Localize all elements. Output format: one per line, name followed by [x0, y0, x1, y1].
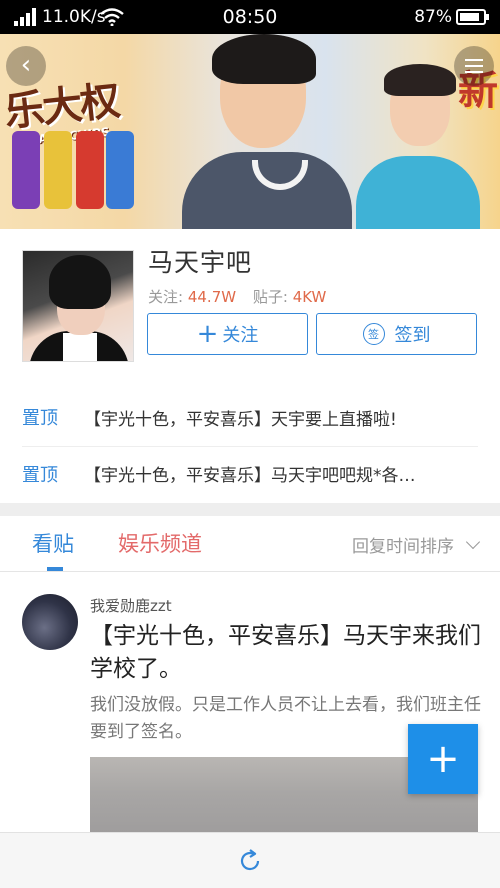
posts-count: 4KW	[292, 288, 327, 306]
pinned-post[interactable]: 置顶 【宇光十色，平安喜乐】马天宇吧吧规*各…	[22, 446, 478, 500]
banner-person-main	[182, 34, 352, 229]
followers-count: 44.7W	[187, 288, 237, 306]
sort-dropdown[interactable]: 回复时间排序	[352, 532, 481, 557]
plus-icon: +	[426, 736, 460, 782]
signin-button[interactable]: 签 签到	[316, 313, 477, 355]
menu-icon	[465, 59, 483, 61]
forum-banner: 乐大权 POTATO CHIPS 新 ‹	[0, 34, 500, 229]
avatar[interactable]	[22, 594, 78, 650]
plus-icon: +	[196, 319, 219, 349]
bottom-bar	[0, 832, 500, 888]
tab-bar: 看贴 娱乐频道 回复时间排序	[0, 516, 500, 572]
back-arrow-icon: ‹	[20, 50, 32, 80]
tab-posts[interactable]: 看贴	[32, 528, 74, 558]
followers-label: 关注:	[148, 288, 184, 306]
back-button[interactable]: ‹	[6, 46, 46, 86]
follow-label: 关注	[222, 325, 259, 346]
battery-icon	[456, 9, 489, 25]
status-bar: 11.0K/s 08:50 87%	[0, 0, 500, 34]
post-username[interactable]: 我爱勋鹿zzt	[90, 595, 172, 616]
signin-icon: 签	[362, 323, 385, 345]
pinned-tag: 置顶	[22, 464, 58, 486]
follow-button[interactable]: + 关注	[147, 313, 308, 355]
chip-can	[106, 131, 134, 209]
pinned-title: 【宇光十色，平安喜乐】天宇要上直播啦!	[84, 409, 397, 430]
post-title[interactable]: 【宇光十色，平安喜乐】马天宇来我们学校了。	[90, 620, 485, 686]
chip-can	[44, 131, 72, 209]
forum-avatar[interactable]	[22, 250, 134, 362]
forum-title: 马天宇吧	[148, 248, 253, 277]
pinned-title: 【宇光十色，平安喜乐】马天宇吧吧规*各…	[84, 466, 416, 486]
new-post-button[interactable]: +	[408, 724, 478, 794]
chip-can	[76, 131, 104, 209]
tab-active-indicator	[47, 567, 63, 571]
chip-can	[12, 131, 40, 209]
sort-label: 回复时间排序	[352, 537, 454, 557]
battery-percent: 87%	[414, 7, 452, 27]
section-divider	[0, 503, 500, 516]
pinned-post[interactable]: 置顶 【宇光十色，平安喜乐】天宇要上直播啦!	[22, 390, 478, 444]
tab-entertainment[interactable]: 娱乐频道	[118, 528, 202, 558]
refresh-icon[interactable]	[236, 847, 264, 875]
pinned-tag: 置顶	[22, 408, 58, 429]
menu-button[interactable]	[454, 46, 494, 86]
signin-label: 签到	[394, 325, 431, 346]
forum-stats: 关注: 44.7W 贴子: 4KW	[148, 286, 338, 307]
posts-label: 贴子:	[252, 288, 288, 306]
chevron-down-icon	[465, 534, 481, 549]
